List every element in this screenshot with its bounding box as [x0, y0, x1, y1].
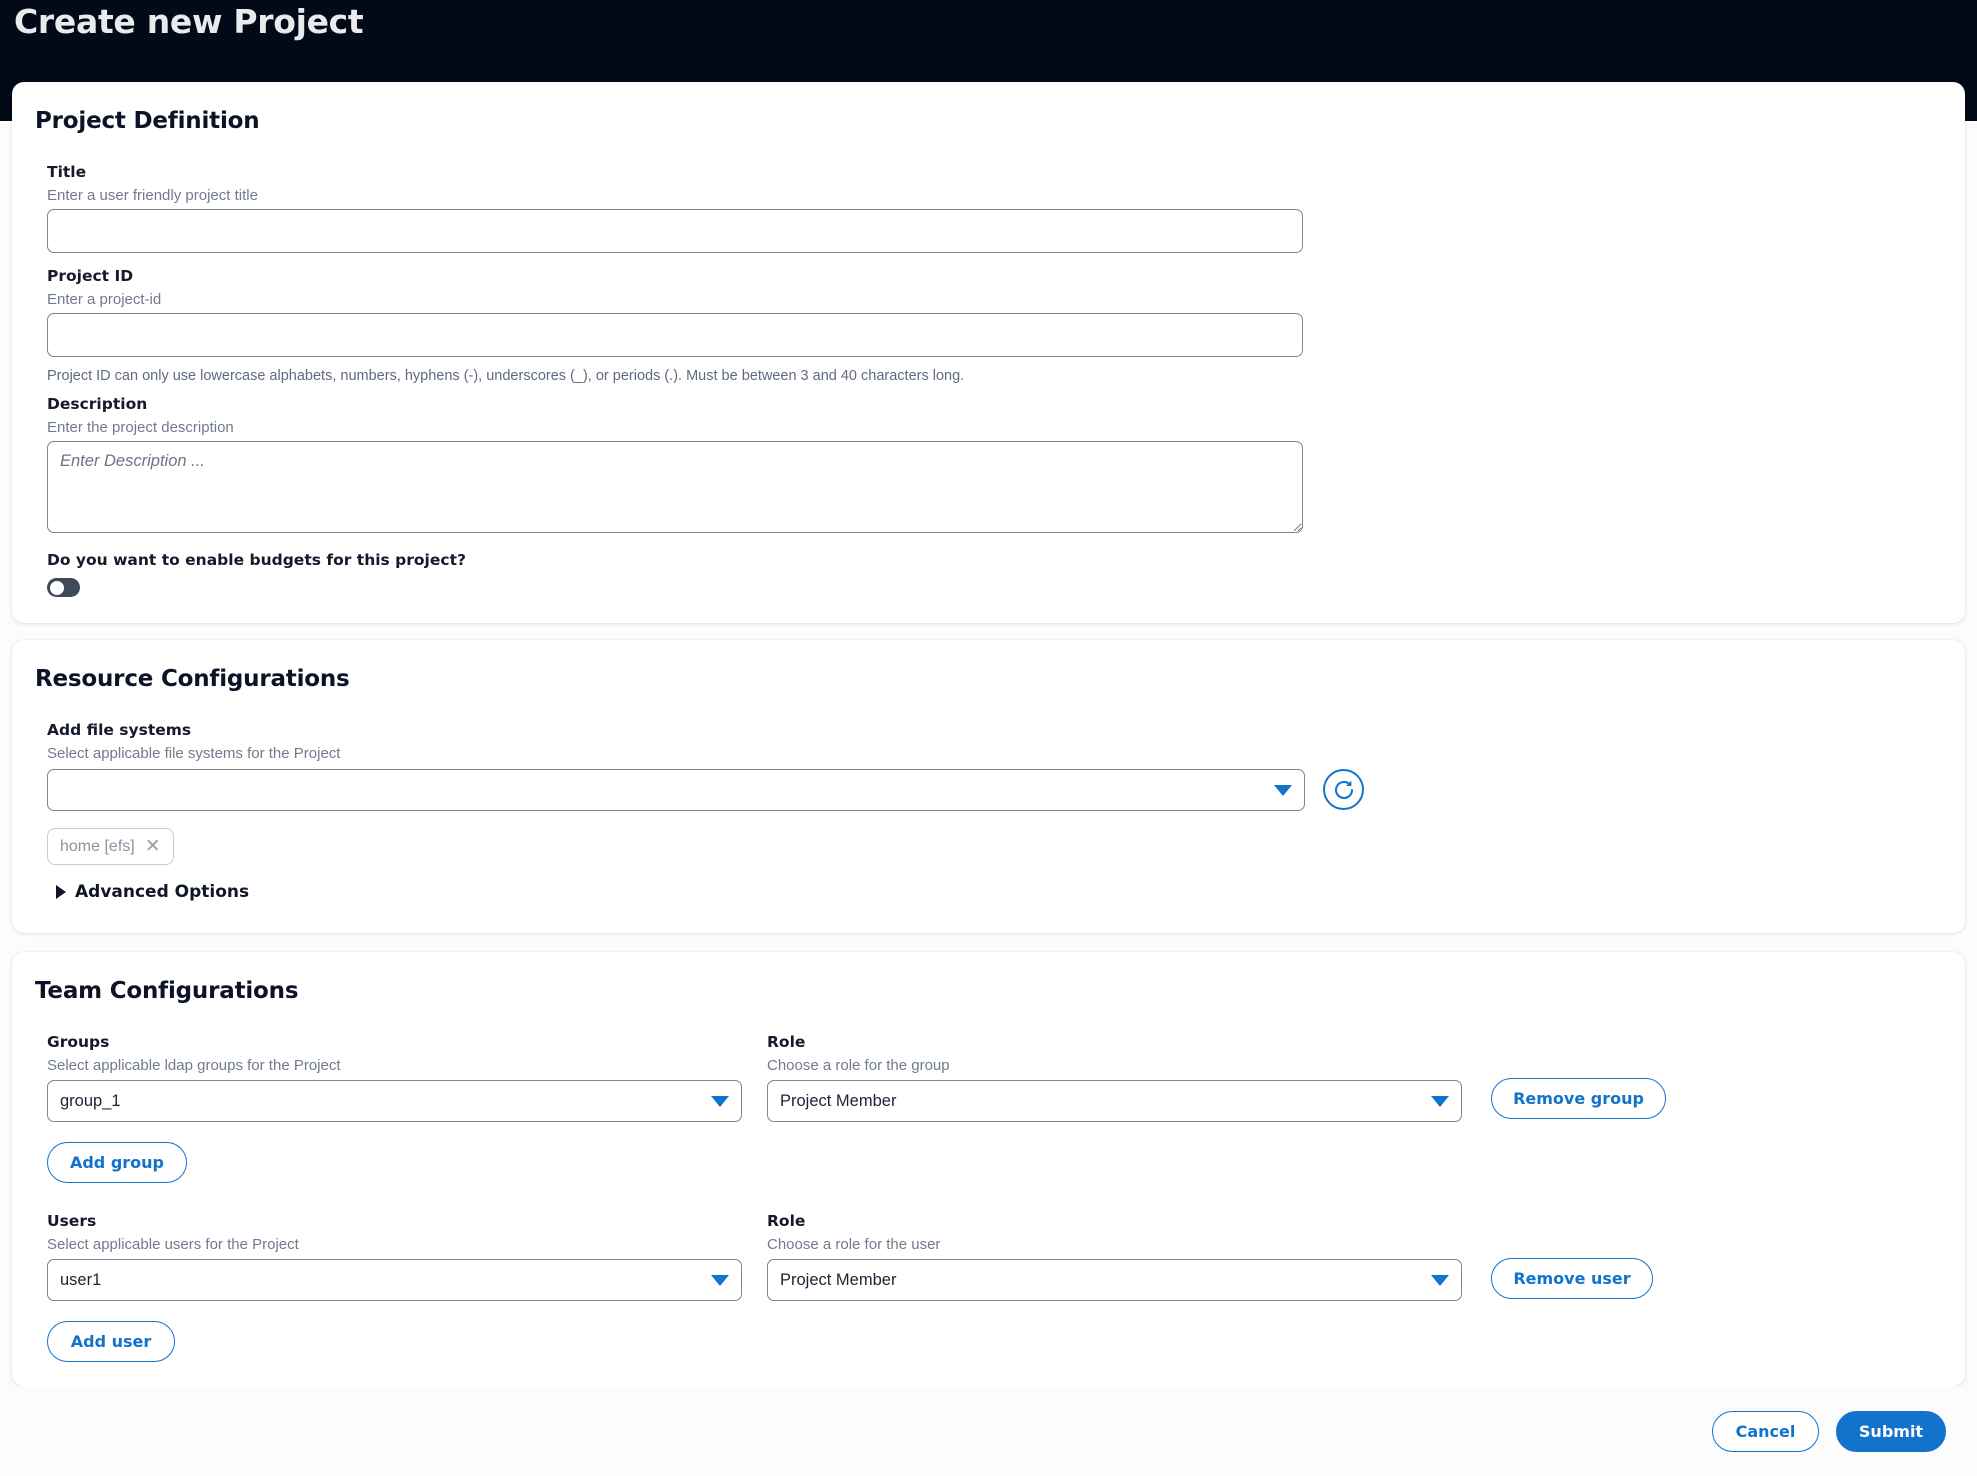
advanced-options-toggle[interactable]: Advanced Options [56, 882, 249, 902]
groups-label: Groups [47, 1033, 110, 1051]
resource-configurations-title: Resource Configurations [35, 666, 350, 692]
group-role-hint: Choose a role for the group [767, 1057, 950, 1074]
users-hint: Select applicable users for the Project [47, 1236, 299, 1253]
team-configurations-card: Team Configurations Groups Select applic… [12, 952, 1965, 1386]
project-id-input[interactable] [47, 313, 1303, 357]
users-label: Users [47, 1212, 97, 1230]
chevron-down-icon [1431, 1095, 1449, 1107]
user-role-select[interactable]: Project Member [767, 1259, 1462, 1301]
user-role-selected-value: Project Member [780, 1270, 897, 1289]
title-input[interactable] [47, 209, 1303, 253]
budget-toggle-label: Do you want to enable budgets for this p… [47, 551, 466, 569]
close-icon[interactable]: ✕ [145, 837, 161, 856]
title-label: Title [47, 163, 87, 181]
create-project-page: Create new Project Project Definition Ti… [0, 0, 1977, 1476]
enable-budgets-toggle[interactable] [47, 578, 80, 597]
groups-selected-value: group_1 [60, 1091, 121, 1110]
project-definition-title: Project Definition [35, 108, 260, 134]
user-role-label: Role [767, 1212, 806, 1230]
chevron-down-icon [711, 1274, 729, 1286]
footer-bar: Cancel Submit [0, 1386, 1977, 1476]
cancel-button[interactable]: Cancel [1712, 1411, 1819, 1452]
toggle-knob [48, 579, 65, 596]
users-select[interactable]: user1 [47, 1259, 742, 1301]
advanced-options-label: Advanced Options [75, 882, 250, 902]
chip-label: home [efs] [60, 837, 135, 855]
file-systems-label: Add file systems [47, 721, 192, 739]
refresh-file-systems-button[interactable] [1323, 769, 1364, 810]
project-id-hint: Enter a project-id [47, 291, 162, 308]
title-hint: Enter a user friendly project title [47, 187, 258, 204]
add-user-button[interactable]: Add user [47, 1321, 175, 1362]
remove-user-button[interactable]: Remove user [1491, 1258, 1653, 1299]
file-systems-hint: Select applicable file systems for the P… [47, 745, 341, 762]
triangle-right-icon [56, 885, 66, 899]
team-configurations-title: Team Configurations [35, 978, 299, 1004]
group-role-label: Role [767, 1033, 806, 1051]
users-selected-value: user1 [60, 1270, 102, 1289]
add-group-button[interactable]: Add group [47, 1142, 187, 1183]
chevron-down-icon [1274, 784, 1292, 796]
description-textarea[interactable] [47, 441, 1303, 533]
groups-select[interactable]: group_1 [47, 1080, 742, 1122]
chevron-down-icon [1431, 1274, 1449, 1286]
page-title: Create new Project [14, 2, 364, 41]
user-role-hint: Choose a role for the user [767, 1236, 941, 1253]
file-systems-select[interactable] [47, 769, 1305, 811]
project-definition-card: Project Definition Title Enter a user fr… [12, 82, 1965, 623]
remove-group-button[interactable]: Remove group [1491, 1078, 1666, 1119]
refresh-icon [1334, 780, 1353, 799]
project-id-help-text: Project ID can only use lowercase alphab… [47, 368, 965, 384]
file-system-chip[interactable]: home [efs] ✕ [47, 828, 174, 865]
chevron-down-icon [711, 1095, 729, 1107]
description-hint: Enter the project description [47, 419, 234, 436]
description-label: Description [47, 395, 148, 413]
group-role-select[interactable]: Project Member [767, 1080, 1462, 1122]
project-id-label: Project ID [47, 267, 134, 285]
submit-button[interactable]: Submit [1836, 1411, 1946, 1452]
group-role-selected-value: Project Member [780, 1091, 897, 1110]
groups-hint: Select applicable ldap groups for the Pr… [47, 1057, 341, 1074]
resource-configurations-card: Resource Configurations Add file systems… [12, 640, 1965, 933]
